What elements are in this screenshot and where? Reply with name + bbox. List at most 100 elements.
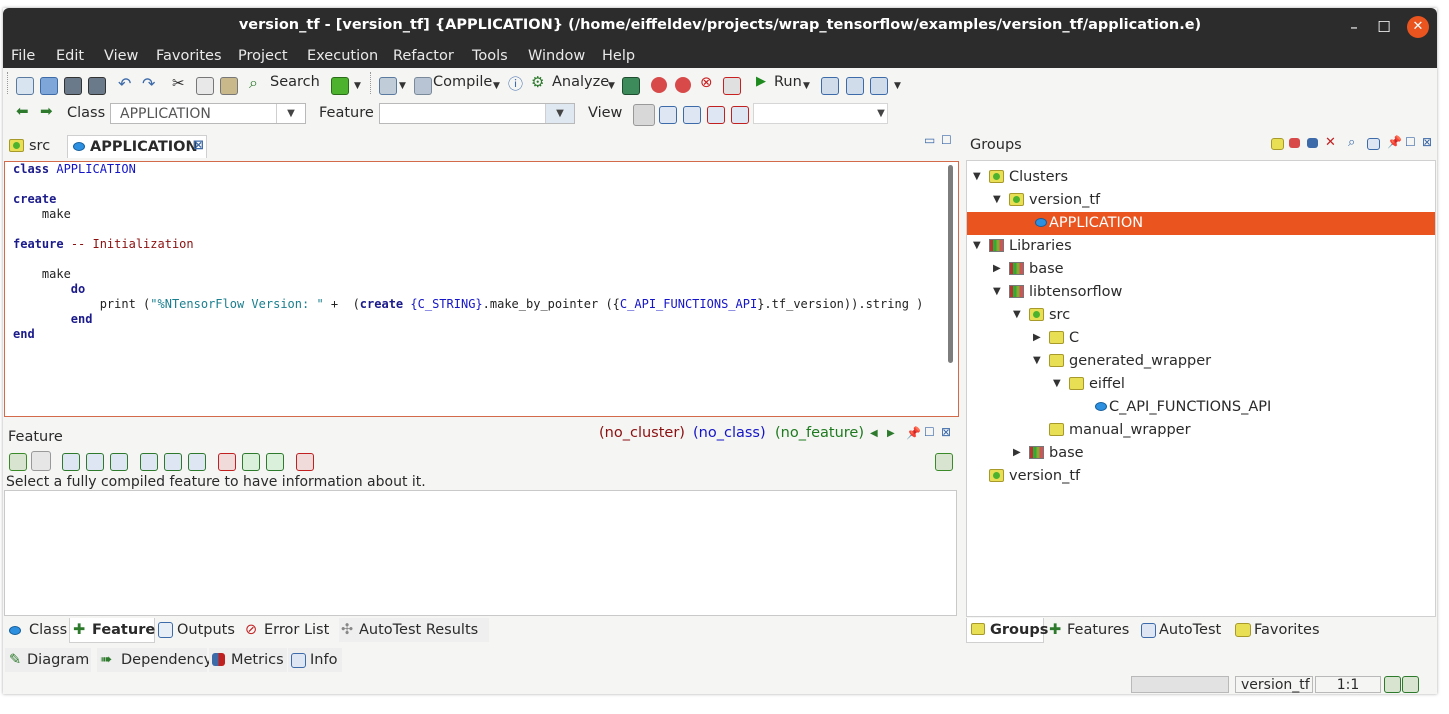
chevron-down-icon[interactable]: ▼ xyxy=(1053,378,1061,389)
new-cluster-icon[interactable] xyxy=(1271,138,1284,150)
code-text[interactable]: class APPLICATION create make feature --… xyxy=(13,162,923,342)
tab-src[interactable]: src xyxy=(5,135,63,157)
view-combo[interactable]: ▼ xyxy=(753,103,888,124)
run-button[interactable]: Run xyxy=(774,74,802,90)
tree-node[interactable]: ▶ C xyxy=(967,327,1435,350)
chevron-down-icon[interactable]: ▼ xyxy=(399,81,406,91)
chevron-down-icon[interactable]: ▼ xyxy=(354,81,361,91)
close-pane-icon[interactable]: ⊠ xyxy=(941,425,951,439)
close-icon[interactable]: ✕ xyxy=(1407,16,1429,38)
compile-options-icon[interactable] xyxy=(331,77,349,95)
tree-node[interactable]: ▼ src xyxy=(967,304,1435,327)
chevron-down-icon[interactable]: ▼ xyxy=(803,81,810,91)
new-library-icon[interactable] xyxy=(1289,138,1300,148)
tab-autotest[interactable]: AutoTest xyxy=(1138,618,1226,642)
forward-icon[interactable]: ➡ xyxy=(40,102,53,120)
tab-dependency[interactable]: ➠ Dependency xyxy=(97,648,212,672)
maximize-pane-icon[interactable]: ☐ xyxy=(924,425,935,439)
tab-info[interactable]: Info xyxy=(288,648,342,672)
analyze-icon[interactable]: ⚙ xyxy=(531,73,544,91)
implementers-icon[interactable] xyxy=(218,453,236,471)
close-tab-icon[interactable]: ⊠ xyxy=(193,138,204,153)
pin-icon[interactable]: 📌 xyxy=(906,426,921,440)
class-combo[interactable]: APPLICATION ▼ xyxy=(110,103,306,124)
menu-tools[interactable]: Tools xyxy=(472,48,508,64)
maximize-icon[interactable]: ☐ xyxy=(1373,16,1395,38)
tree-node[interactable]: ▶ base xyxy=(967,258,1435,281)
search-button[interactable]: Search xyxy=(270,74,320,90)
tab-diagram[interactable]: ✎ Diagram xyxy=(5,648,91,672)
groups-tree[interactable]: ▼ Clusters ▼ version_tf APPLICATION ▼ Librarie… xyxy=(966,160,1436,617)
chevron-down-icon[interactable]: ▼ xyxy=(608,81,615,91)
tab-favorites[interactable]: Favorites xyxy=(1232,618,1324,642)
maximize-pane-icon[interactable]: ☐ xyxy=(941,133,952,147)
menu-execution[interactable]: Execution xyxy=(307,48,378,64)
code-editor[interactable]: class APPLICATION create make feature --… xyxy=(4,161,959,417)
tab-class[interactable]: Class xyxy=(5,618,67,642)
freeze-icon[interactable] xyxy=(622,77,640,95)
redo-icon[interactable]: ↷ xyxy=(142,74,155,93)
minimize-pane-icon[interactable]: ▭ xyxy=(924,133,935,147)
breakpoint-toggle-icon[interactable] xyxy=(675,77,691,93)
tab-feature[interactable]: ✚ Feature xyxy=(69,618,155,643)
tree-node[interactable]: APPLICATION xyxy=(967,212,1435,235)
tab-application[interactable]: APPLICATION ⊠ xyxy=(67,135,207,158)
edit-feature-icon[interactable] xyxy=(9,453,27,471)
delete-icon[interactable]: ✕ xyxy=(1325,135,1336,150)
tree-node[interactable]: ▼ Clusters xyxy=(967,166,1435,189)
contract-view-icon[interactable] xyxy=(683,106,701,124)
menu-window[interactable]: Window xyxy=(528,48,585,64)
edit-view-icon[interactable] xyxy=(633,104,655,126)
assigners-icon[interactable] xyxy=(110,453,128,471)
editor-scrollbar[interactable] xyxy=(948,165,953,363)
close-pane-icon[interactable]: ⊠ xyxy=(1422,135,1432,149)
chevron-down-icon[interactable]: ▼ xyxy=(973,240,981,251)
chevron-right-icon[interactable]: ▶ xyxy=(993,263,1001,274)
chevron-down-icon[interactable]: ▼ xyxy=(875,104,887,123)
callees-icon[interactable] xyxy=(86,453,104,471)
chevron-down-icon[interactable]: ▼ xyxy=(493,81,500,91)
tree-node[interactable]: ▼ eiffel xyxy=(967,373,1435,396)
chevron-right-icon[interactable]: ▶ xyxy=(1013,447,1021,458)
search-icon[interactable]: ⌕ xyxy=(249,73,258,93)
tree-node[interactable]: C_API_FUNCTIONS_API xyxy=(967,396,1435,419)
copy-icon[interactable] xyxy=(196,77,214,95)
menu-file[interactable]: File xyxy=(11,48,35,64)
save-all-icon[interactable] xyxy=(88,77,106,95)
assignees-icon[interactable] xyxy=(188,453,206,471)
menu-view[interactable]: View xyxy=(104,48,138,64)
menu-refactor[interactable]: Refactor xyxy=(393,48,454,64)
flat-feature-icon[interactable] xyxy=(31,451,51,471)
tab-autotest-results[interactable]: ✣ AutoTest Results xyxy=(339,618,489,642)
tab-outputs[interactable]: Outputs xyxy=(155,618,237,642)
system-icon[interactable] xyxy=(379,77,397,95)
next-icon[interactable]: ▶ xyxy=(887,428,895,439)
tree-node[interactable]: ▶ base xyxy=(967,442,1435,465)
tree-node[interactable]: ▼ Libraries xyxy=(967,235,1435,258)
step-out-icon[interactable] xyxy=(870,77,888,95)
new-file-icon[interactable] xyxy=(16,77,34,95)
run-icon[interactable]: ▶ xyxy=(756,74,766,89)
back-icon[interactable]: ⬅ xyxy=(16,102,29,120)
chevron-down-icon[interactable]: ▼ xyxy=(545,104,574,123)
chevron-down-icon[interactable]: ▼ xyxy=(894,81,901,91)
chevron-right-icon[interactable]: ▶ xyxy=(1033,332,1041,343)
open-file-icon[interactable] xyxy=(40,77,58,95)
compile-icon[interactable] xyxy=(414,77,432,95)
tab-error-list[interactable]: ⊘ Error List xyxy=(243,618,333,642)
no-cluster-link[interactable]: (no_cluster) xyxy=(599,425,685,441)
chevron-down-icon[interactable]: ▼ xyxy=(276,104,305,123)
step-over-icon[interactable] xyxy=(846,77,864,95)
previous-icon[interactable]: ◀ xyxy=(870,428,878,439)
creations-icon[interactable] xyxy=(164,453,182,471)
info-icon[interactable]: ⓘ xyxy=(508,73,523,94)
clear-breakpoints-icon[interactable]: ⊗ xyxy=(700,73,713,91)
locate-icon[interactable] xyxy=(1367,138,1380,150)
tree-node[interactable]: ▼ version_tf xyxy=(967,189,1435,212)
edit-icon[interactable] xyxy=(935,453,953,471)
save-icon[interactable] xyxy=(64,77,82,95)
homonyms-icon[interactable] xyxy=(296,453,314,471)
step-into-icon[interactable] xyxy=(821,77,839,95)
minimize-icon[interactable]: – xyxy=(1343,16,1365,38)
pin-icon[interactable]: 📌 xyxy=(1387,135,1402,149)
